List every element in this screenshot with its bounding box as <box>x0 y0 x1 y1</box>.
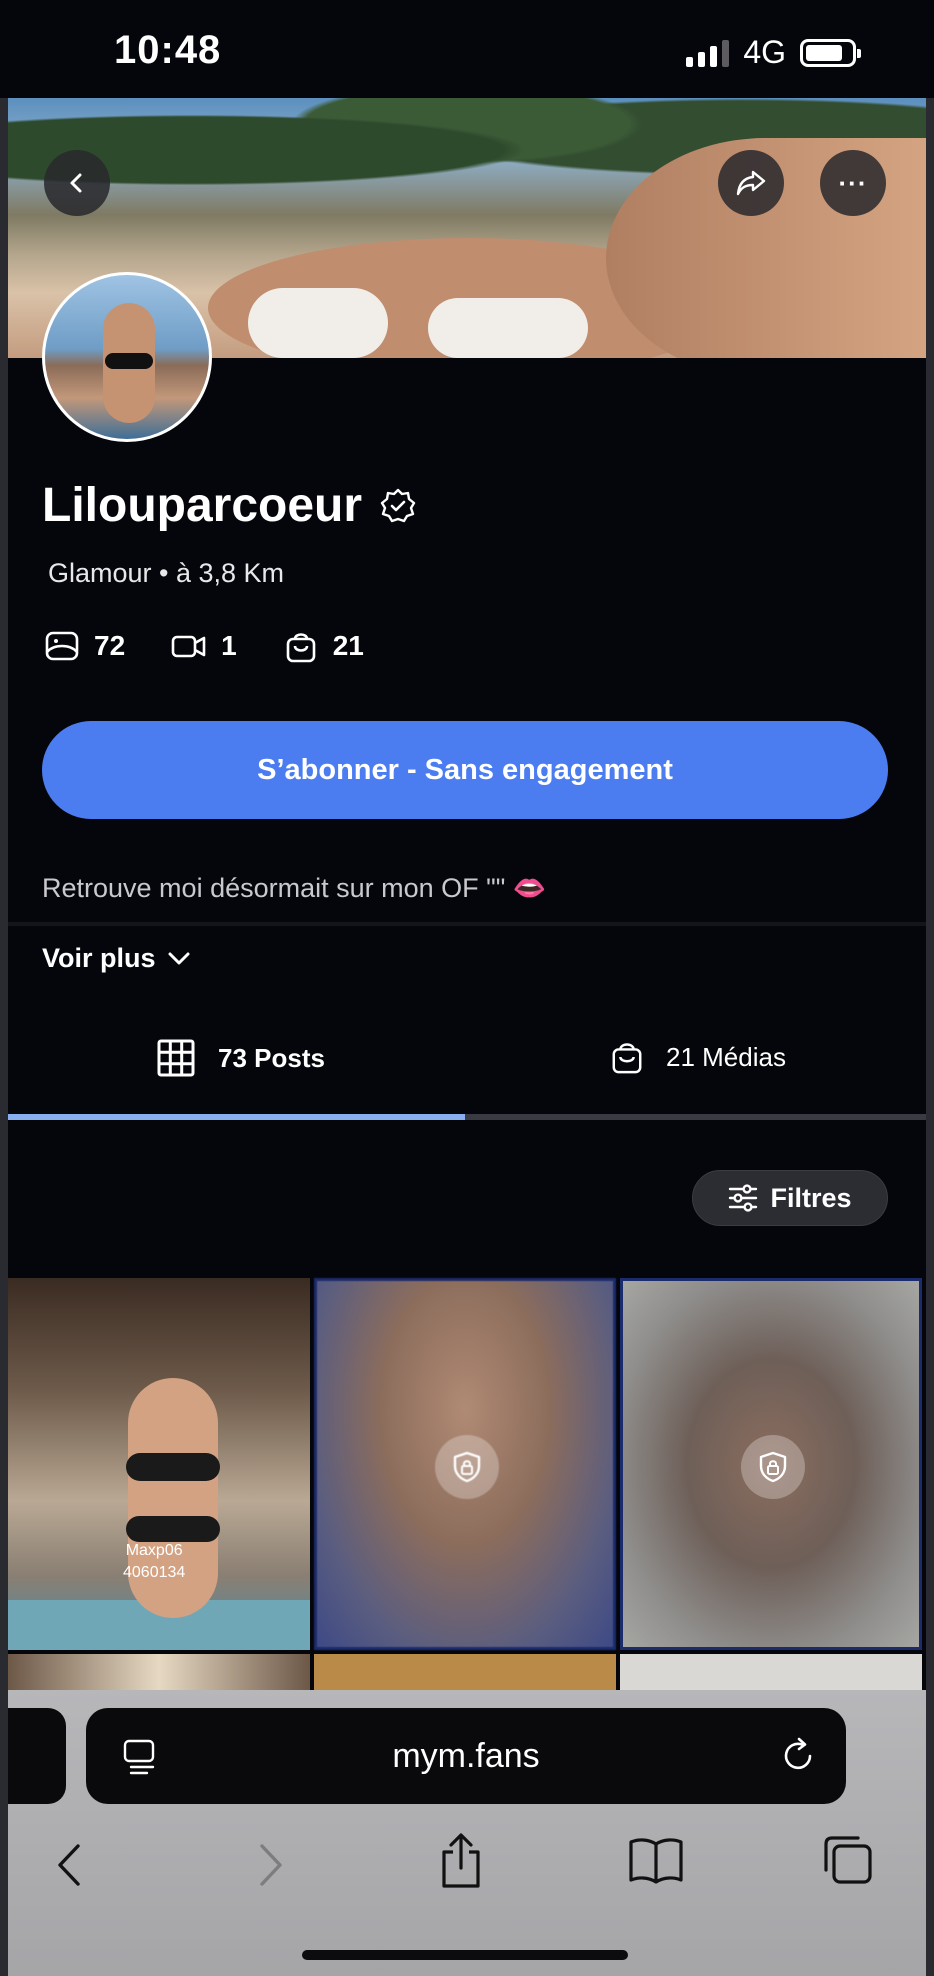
see-more-label: Voir plus <box>42 943 156 973</box>
share-icon <box>736 170 766 196</box>
grid-item[interactable] <box>8 1654 310 1694</box>
filters-label: Filtres <box>770 1182 852 1213</box>
chevron-down-icon <box>168 952 190 964</box>
filter-icon <box>729 1184 758 1212</box>
content-tabs: 73 Posts 21 Médias <box>8 1018 926 1120</box>
grid-item-locked[interactable] <box>314 1278 616 1650</box>
bag-icon <box>612 1043 642 1074</box>
bookmarks-icon[interactable] <box>628 1836 684 1884</box>
back-button[interactable] <box>44 150 110 216</box>
tab-posts[interactable]: 73 Posts <box>156 1038 325 1078</box>
grid-icon <box>157 1039 195 1077</box>
tabs-icon[interactable] <box>822 1834 874 1886</box>
more-button[interactable]: ··· <box>820 150 886 216</box>
profile-bio: Retrouve moi désormait sur mon OF "" 👄 <box>42 873 547 903</box>
profile-stats: 72 1 21 <box>44 628 364 664</box>
url-text: mym.fans <box>392 1736 540 1775</box>
avatar[interactable] <box>42 272 212 442</box>
battery-icon <box>800 38 861 67</box>
media-grid: Maxp06 4060134 <box>8 1278 926 1694</box>
tab-posts-label: 73 Posts <box>218 1042 325 1073</box>
status-time: 10:48 <box>114 28 222 72</box>
video-icon <box>171 635 206 658</box>
stat-photos: 72 <box>44 628 125 664</box>
bio-divider <box>8 922 926 926</box>
grid-item[interactable] <box>314 1654 616 1694</box>
browser-chrome: mym.fans <box>8 1690 926 1976</box>
watermark-text: Maxp06 4060134 <box>123 1542 186 1581</box>
previous-tab-peek[interactable] <box>8 1708 66 1804</box>
device-frame-left <box>0 0 8 1976</box>
lock-icon <box>741 1435 805 1499</box>
profile-subtitle: Glamour • à 3,8 Km <box>48 558 285 588</box>
tab-active-indicator <box>8 1114 465 1120</box>
bag-icon <box>286 633 316 663</box>
stat-videos: 1 <box>171 628 237 664</box>
lock-icon <box>435 1435 499 1499</box>
browser-toolbar <box>8 1832 926 1912</box>
reader-icon[interactable] <box>122 1738 158 1776</box>
home-indicator <box>302 1950 628 1960</box>
network-label: 4G <box>743 34 786 70</box>
grid-item[interactable] <box>620 1654 922 1694</box>
back-nav-icon[interactable] <box>54 1842 84 1888</box>
filters-button[interactable]: Filtres <box>692 1170 888 1226</box>
share-button[interactable] <box>718 150 784 216</box>
stat-medias: 21 <box>283 628 364 664</box>
back-icon <box>70 173 82 193</box>
signal-icon <box>686 39 730 67</box>
device-frame-right <box>926 0 934 1976</box>
forward-nav-icon[interactable] <box>256 1842 286 1888</box>
see-more-button[interactable]: Voir plus <box>42 943 190 974</box>
more-icon: ··· <box>838 167 868 198</box>
subscribe-button[interactable]: S’abonner - Sans engagement <box>42 721 888 819</box>
status-bar: 10:48 4G <box>0 0 934 98</box>
reload-icon[interactable] <box>782 1736 816 1774</box>
address-bar[interactable]: mym.fans <box>86 1708 846 1804</box>
verified-icon <box>380 488 416 522</box>
grid-item-locked[interactable] <box>620 1278 922 1650</box>
status-indicators: 4G <box>686 34 861 71</box>
share-sheet-icon[interactable] <box>438 1832 484 1890</box>
grid-item[interactable]: Maxp06 4060134 <box>8 1278 310 1650</box>
tab-medias[interactable]: 21 Médias <box>610 1038 786 1076</box>
tab-medias-label: 21 Médias <box>666 1041 786 1072</box>
profile-name-row: Lilouparcoeur <box>42 478 416 533</box>
photo-icon <box>45 631 79 661</box>
profile-name: Lilouparcoeur <box>42 479 363 532</box>
